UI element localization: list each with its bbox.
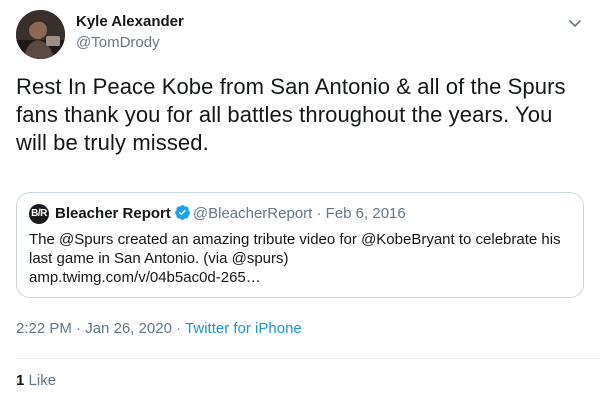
quoted-avatar[interactable]: B/R (29, 204, 49, 224)
quoted-tweet[interactable]: B/R Bleacher Report @BleacherReport · Feb… (16, 192, 584, 298)
likes-stat[interactable]: 1 Like (16, 372, 56, 389)
quoted-body-line: last game in San Antonio. (via @spurs) (29, 250, 289, 267)
author-handle[interactable]: @TomDrody (76, 34, 160, 51)
tweet-meta: 2:22 PM · Jan 26, 2020 · Twitter for iPh… (16, 320, 302, 337)
chevron-down-icon[interactable] (566, 14, 584, 32)
quoted-date[interactable]: Feb 6, 2016 (326, 205, 406, 222)
quoted-body: The @Spurs created an amazing tribute vi… (29, 230, 577, 287)
meta-separator: · (76, 320, 82, 337)
quoted-author-handle[interactable]: @BleacherReport (193, 205, 312, 222)
quoted-separator: · (316, 205, 322, 222)
author-name[interactable]: Kyle Alexander (76, 13, 184, 30)
quoted-body-line: The @Spurs created an amazing tribute vi… (29, 231, 561, 248)
tweet-date[interactable]: Jan 26, 2020 (85, 320, 172, 337)
divider (16, 358, 600, 359)
profile-photo-icon (16, 10, 65, 59)
verified-badge-icon (174, 205, 190, 220)
author-avatar[interactable] (16, 10, 65, 59)
tweet-text: Rest In Peace Kobe from San Antonio & al… (16, 74, 566, 155)
meta-separator: · (176, 320, 182, 337)
likes-count: 1 (16, 372, 25, 389)
quoted-link[interactable]: amp.twimg.com/v/04b5ac0d-265… (29, 268, 577, 287)
tweet-time[interactable]: 2:22 PM (16, 320, 72, 337)
tweet-card: Kyle Alexander @TomDrody Rest In Peace K… (0, 0, 600, 400)
quoted-header: Bleacher Report @BleacherReport · Feb 6, … (55, 204, 406, 224)
likes-label: Like (28, 372, 57, 389)
tweet-source-link[interactable]: Twitter for iPhone (185, 320, 302, 337)
quoted-author-name[interactable]: Bleacher Report (55, 205, 171, 222)
